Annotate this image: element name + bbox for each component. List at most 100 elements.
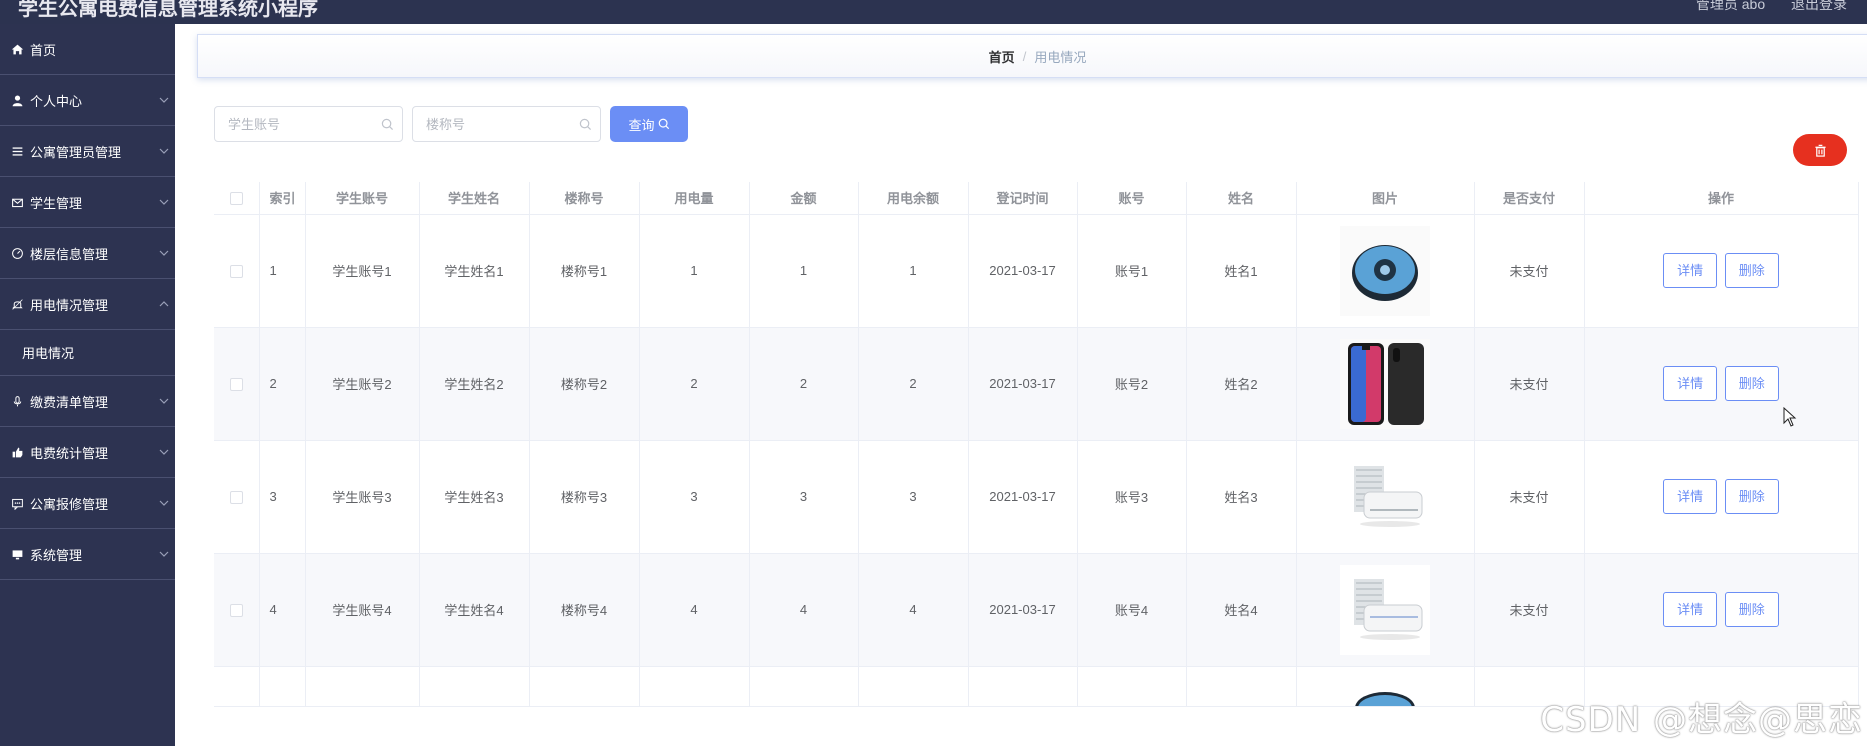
- delete-button[interactable]: 删除: [1724, 253, 1779, 288]
- cell-student-account: 学生账号3: [305, 440, 420, 554]
- cell-amount: 3: [749, 440, 859, 554]
- cell-amount: 4: [749, 553, 859, 667]
- column-header: 金额: [749, 182, 859, 215]
- batch-delete-button[interactable]: [1793, 134, 1847, 166]
- sidebar-item-system[interactable]: 系统管理: [0, 529, 175, 580]
- main-content: 首页 / 用电情况 查询 索引 学生账号 学生姓名 楼称号 用电量: [175, 24, 1867, 746]
- sidebar-item-label: 公寓管理员管理: [30, 144, 122, 160]
- cell-index: 4: [259, 553, 306, 667]
- delete-button[interactable]: 删除: [1724, 479, 1779, 514]
- breadcrumb-home[interactable]: 首页: [989, 47, 1015, 66]
- cell-person-name: 姓名2: [1186, 327, 1297, 441]
- cell-paid-status: 未支付: [1474, 440, 1585, 554]
- cell-person-name: 姓名4: [1186, 553, 1297, 667]
- row-checkbox[interactable]: [229, 265, 243, 279]
- sidebar-item-label: 系统管理: [30, 547, 83, 563]
- user-label: 管理员 abo: [1695, 0, 1766, 12]
- building-search: [412, 106, 601, 142]
- search-icon: [579, 118, 592, 131]
- top-bar: 学生公寓电费信息管理系统小程序 管理员 abo 退出登录: [0, 0, 1867, 24]
- chevron-up-icon: [159, 301, 169, 307]
- chevron-down-icon: [159, 449, 169, 455]
- row-checkbox[interactable]: [229, 378, 243, 392]
- table-header-row: 索引 学生账号 学生姓名 楼称号 用电量 金额 用电余额 登记时间 账号 姓名 …: [214, 182, 1859, 215]
- list-icon: [10, 144, 24, 158]
- cell-student-account: 学生账号2: [305, 327, 420, 441]
- sidebar-item-stats[interactable]: 电费统计管理: [0, 427, 175, 478]
- sidebar-item-bills[interactable]: 缴费清单管理: [0, 376, 175, 427]
- dashboard-icon: [10, 246, 24, 260]
- cell-image: [1296, 214, 1475, 328]
- breadcrumb-separator: /: [1022, 48, 1027, 64]
- student-account-input[interactable]: [215, 107, 402, 141]
- select-all-checkbox[interactable]: [229, 192, 243, 206]
- sidebar-item-repairs[interactable]: 公寓报修管理: [0, 478, 175, 529]
- delete-button[interactable]: 删除: [1724, 366, 1779, 401]
- chevron-down-icon: [159, 250, 169, 256]
- cell-usage: 4: [639, 553, 750, 667]
- breadcrumb-current: 用电情况: [1034, 49, 1087, 65]
- mouse-cursor-icon: [1783, 407, 1797, 427]
- chevron-down-icon: [159, 148, 169, 154]
- building-input[interactable]: [413, 107, 600, 141]
- sidebar-item-label: 用电情况管理: [30, 297, 109, 313]
- detail-button[interactable]: 详情: [1663, 479, 1718, 514]
- cell-index: 3: [259, 440, 306, 554]
- delete-button[interactable]: 删除: [1724, 592, 1779, 627]
- sidebar-item-admin[interactable]: 公寓管理员管理: [0, 126, 175, 177]
- sidebar-item-personal[interactable]: 个人中心: [0, 75, 175, 126]
- cell-image: [1296, 440, 1475, 554]
- query-button[interactable]: 查询: [610, 106, 688, 142]
- cell-usage: 3: [639, 440, 750, 554]
- cell-student-name: 学生姓名3: [419, 440, 530, 554]
- cell-paid-status: 未支付: [1474, 553, 1585, 667]
- column-header: 学生姓名: [419, 182, 530, 215]
- chevron-down-icon: [159, 398, 169, 404]
- submenu-item-electricity-usage[interactable]: 用电情况: [0, 330, 175, 376]
- cell-image: [1296, 553, 1475, 667]
- cell-student-name: 学生姓名2: [419, 327, 530, 441]
- select-all-cell: [214, 182, 260, 215]
- column-header: 学生账号: [305, 182, 420, 215]
- cell-image: [1296, 666, 1475, 707]
- cell-account: 账号2: [1077, 327, 1187, 441]
- breadcrumb: 首页 / 用电情况: [197, 34, 1867, 78]
- detail-button[interactable]: 详情: [1663, 592, 1718, 627]
- watermark: CSDN @想念@思恋: [1540, 700, 1863, 740]
- cell-paid-status: 未支付: [1474, 327, 1585, 441]
- sidebar-item-home[interactable]: 首页: [0, 24, 175, 75]
- detail-button[interactable]: 详情: [1663, 253, 1718, 288]
- bell-icon: [10, 297, 24, 311]
- cell-actions: 详情 删除: [1584, 214, 1859, 328]
- row-checkbox[interactable]: [229, 491, 243, 505]
- user-icon: [10, 93, 24, 107]
- smartphone-image: [1340, 338, 1430, 429]
- column-header: 用电余额: [858, 182, 969, 215]
- mail-icon: [10, 195, 24, 209]
- cell-student-account: 学生账号4: [305, 553, 420, 667]
- cell-balance: 3: [858, 440, 969, 554]
- column-header: 账号: [1077, 182, 1187, 215]
- row-checkbox[interactable]: [229, 604, 243, 618]
- sidebar-item-label: 学生管理: [30, 195, 83, 211]
- cell-person-name: 姓名1: [1186, 214, 1297, 328]
- logout-link[interactable]: 退出登录: [1791, 0, 1847, 12]
- cell-student-name: 学生姓名1: [419, 214, 530, 328]
- cell-paid-status: 未支付: [1474, 214, 1585, 328]
- electricity-table: 索引 学生账号 学生姓名 楼称号 用电量 金额 用电余额 登记时间 账号 姓名 …: [214, 182, 1859, 707]
- sidebar-item-electricity[interactable]: 用电情况管理: [0, 279, 175, 330]
- thumb-icon: [10, 445, 24, 459]
- sidebar-item-students[interactable]: 学生管理: [0, 177, 175, 228]
- sidebar-item-label: 楼层信息管理: [30, 246, 109, 262]
- chevron-down-icon: [159, 551, 169, 557]
- column-header: 用电量: [639, 182, 750, 215]
- top-bar-right: 管理员 abo 退出登录: [1674, 0, 1847, 14]
- cell-date: 2021-03-17: [968, 553, 1078, 667]
- detail-button[interactable]: 详情: [1663, 366, 1718, 401]
- cell-person-name: 姓名3: [1186, 440, 1297, 554]
- cell-actions: 详情 删除: [1584, 553, 1859, 667]
- cell-building: 楼称号4: [529, 553, 640, 667]
- cell-actions: 详情 删除: [1584, 327, 1859, 441]
- column-header: 登记时间: [968, 182, 1078, 215]
- sidebar-item-floors[interactable]: 楼层信息管理: [0, 228, 175, 279]
